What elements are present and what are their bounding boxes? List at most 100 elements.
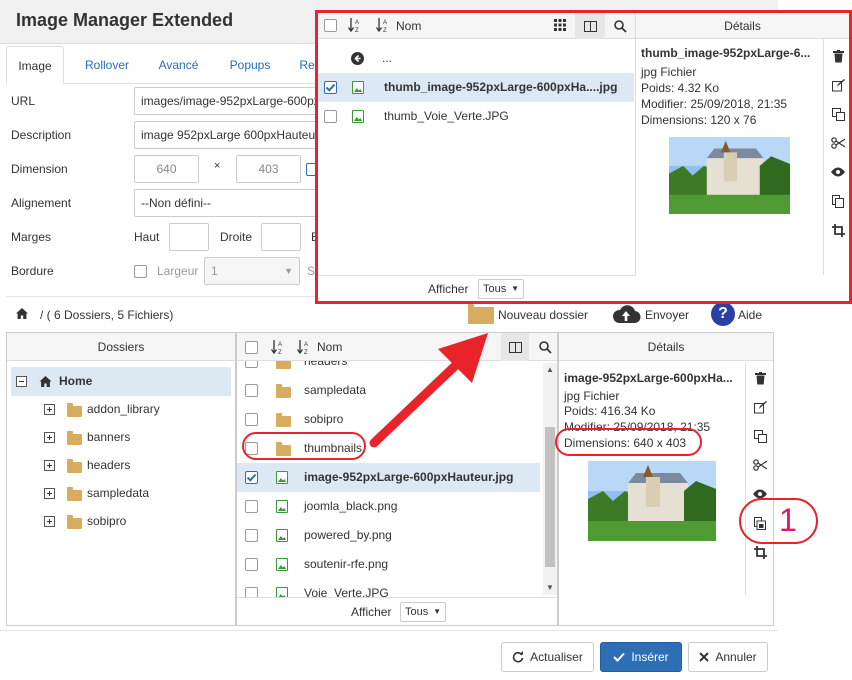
scrollbar-thumb[interactable] bbox=[545, 427, 555, 567]
file-row[interactable]: joomla_black.png bbox=[237, 492, 540, 521]
row-checkbox[interactable] bbox=[245, 587, 258, 597]
refresh-button[interactable]: Actualiser bbox=[501, 642, 594, 672]
sort-alpha-desc-icon[interactable]: AZ bbox=[376, 13, 390, 33]
help-button[interactable]: Aide bbox=[738, 308, 762, 322]
tab-image[interactable]: Image bbox=[6, 46, 64, 84]
tab-advanced[interactable]: Avancé bbox=[146, 46, 211, 84]
help-icon[interactable]: ? bbox=[711, 302, 735, 326]
sort-alpha-icon[interactable]: AZ bbox=[348, 13, 362, 33]
collapse-icon[interactable] bbox=[16, 376, 27, 387]
tree-item[interactable]: sobipro bbox=[11, 507, 231, 536]
show-filter-select[interactable]: Tous ▼ bbox=[400, 602, 446, 622]
alignment-select[interactable]: --Non défini-- bbox=[134, 189, 324, 217]
cut-icon[interactable] bbox=[746, 454, 774, 476]
upload-button[interactable]: Envoyer bbox=[645, 308, 689, 322]
sort-alpha-icon[interactable]: AZ bbox=[271, 333, 285, 355]
grid-view-icon[interactable] bbox=[554, 19, 566, 31]
overlay-show-filter-select[interactable]: Tous ▼ bbox=[478, 279, 524, 299]
expand-icon[interactable] bbox=[44, 488, 55, 499]
search-icon[interactable] bbox=[606, 13, 634, 39]
folder-icon bbox=[276, 361, 291, 369]
border-checkbox[interactable] bbox=[134, 265, 147, 278]
dimension-label: Dimension bbox=[11, 162, 68, 176]
margin-top-input[interactable] bbox=[169, 223, 209, 251]
overlay-select-all-checkbox[interactable] bbox=[324, 19, 337, 32]
sort-alpha-desc-icon[interactable]: AZ bbox=[297, 333, 311, 355]
tree-item[interactable]: addon_library bbox=[11, 395, 231, 424]
layout-columns-icon[interactable] bbox=[575, 13, 605, 39]
cancel-button[interactable]: Annuler bbox=[688, 642, 768, 672]
edit-icon[interactable] bbox=[824, 74, 852, 96]
row-checkbox[interactable] bbox=[324, 81, 337, 94]
row-checkbox[interactable] bbox=[245, 500, 258, 513]
folder-icon[interactable] bbox=[468, 303, 494, 324]
tree-item[interactable]: headers bbox=[11, 451, 231, 480]
description-input[interactable]: image 952pxLarge 600pxHauteur bbox=[134, 121, 324, 149]
border-width-select[interactable]: 1 ▼ bbox=[204, 257, 300, 285]
home-icon bbox=[39, 376, 52, 387]
search-icon[interactable] bbox=[531, 333, 559, 361]
image-file-icon bbox=[352, 81, 364, 94]
folder-icon bbox=[67, 403, 82, 417]
file-row[interactable]: powered_by.png bbox=[237, 521, 540, 550]
tree-item-home[interactable]: Home bbox=[11, 367, 231, 396]
overlay-file-row[interactable]: thumb_Voie_Verte.JPG bbox=[318, 102, 634, 131]
name-column-header[interactable]: Nom bbox=[317, 333, 342, 361]
row-checkbox[interactable] bbox=[324, 110, 337, 123]
overlay-file-row[interactable]: thumb_image-952pxLarge-600pxHa....jpg bbox=[318, 73, 634, 102]
crop-icon[interactable] bbox=[824, 219, 852, 241]
copy-icon[interactable] bbox=[746, 425, 774, 447]
height-input[interactable]: 403 bbox=[236, 155, 301, 183]
edit-icon[interactable] bbox=[746, 396, 774, 418]
tab-popups[interactable]: Popups bbox=[218, 46, 282, 84]
row-checkbox[interactable] bbox=[245, 558, 258, 571]
insert-button[interactable]: Insérer bbox=[600, 642, 682, 672]
url-label: URL bbox=[11, 94, 36, 108]
new-folder-button[interactable]: Nouveau dossier bbox=[498, 308, 588, 322]
width-input[interactable]: 640 bbox=[134, 155, 199, 183]
margin-top-label: Haut bbox=[134, 230, 160, 244]
file-row[interactable]: soutenir-rfe.png bbox=[237, 550, 540, 579]
refresh-icon bbox=[512, 651, 524, 663]
row-checkbox[interactable] bbox=[245, 471, 258, 484]
image-file-icon bbox=[276, 529, 288, 542]
back-arrow-icon[interactable] bbox=[351, 52, 364, 65]
overlay-name-column-header[interactable]: Nom bbox=[396, 13, 421, 39]
row-checkbox[interactable] bbox=[245, 361, 258, 368]
expand-icon[interactable] bbox=[44, 460, 55, 471]
file-list-scrollbar[interactable]: ▲ ▼ bbox=[543, 363, 557, 595]
overlay-parent-row[interactable]: ... bbox=[318, 44, 634, 73]
copy-icon[interactable] bbox=[824, 103, 852, 125]
row-checkbox[interactable] bbox=[245, 413, 258, 426]
delete-icon[interactable] bbox=[824, 45, 852, 67]
duplicate-icon[interactable] bbox=[824, 190, 852, 212]
cut-icon[interactable] bbox=[824, 132, 852, 154]
image-file-icon bbox=[352, 110, 364, 123]
cloud-upload-icon[interactable] bbox=[611, 303, 641, 325]
thumbnails-overlay-panel: AZ AZ Nom ... thumb_image-952pxLarge-600… bbox=[315, 10, 852, 304]
layout-columns-icon[interactable] bbox=[501, 333, 529, 361]
folder-icon bbox=[276, 413, 291, 427]
annotation-ring-thumbnails bbox=[242, 432, 366, 460]
expand-icon[interactable] bbox=[44, 516, 55, 527]
file-row[interactable]: image-952pxLarge-600pxHauteur.jpg bbox=[237, 463, 540, 492]
crop-icon[interactable] bbox=[746, 541, 774, 563]
row-checkbox[interactable] bbox=[245, 384, 258, 397]
view-icon[interactable] bbox=[824, 161, 852, 183]
overlay-detail-modified: Modifier: 25/09/2018, 21:35 bbox=[641, 97, 788, 111]
file-row[interactable]: Voie_Verte.JPG bbox=[237, 579, 540, 597]
delete-icon[interactable] bbox=[746, 367, 774, 389]
url-input[interactable]: images/image-952pxLarge-600px bbox=[134, 87, 324, 115]
refresh-label: Actualiser bbox=[530, 650, 583, 664]
select-all-checkbox[interactable] bbox=[245, 341, 258, 354]
expand-icon[interactable] bbox=[44, 432, 55, 443]
tree-item[interactable]: sampledata bbox=[11, 479, 231, 508]
tab-rollover[interactable]: Rollover bbox=[72, 46, 142, 84]
home-icon[interactable] bbox=[16, 308, 28, 319]
tree-item[interactable]: banners bbox=[11, 423, 231, 452]
margin-right-input[interactable] bbox=[261, 223, 301, 251]
expand-icon[interactable] bbox=[44, 404, 55, 415]
tree-item-label: addon_library bbox=[87, 402, 160, 416]
folder-icon bbox=[67, 515, 82, 529]
row-checkbox[interactable] bbox=[245, 529, 258, 542]
